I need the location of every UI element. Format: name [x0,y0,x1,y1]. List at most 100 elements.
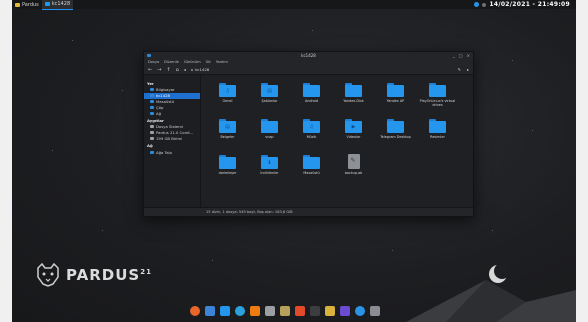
system-tray: 14/02/2021 - 21:49:09 [474,1,576,8]
menu-help[interactable]: Yardım [216,60,228,64]
sidebar-item[interactable]: Ağa Talo [144,149,200,155]
sidebar-item[interactable]: 199 GB Birimi [144,135,200,141]
sidebar-item-label: Dosya Sistemi [156,124,184,130]
window-title: kc1428 [301,53,316,58]
forward-icon[interactable]: → [157,67,161,73]
file-item[interactable]: Android [291,81,332,111]
file-item-label: Videolar [346,135,361,139]
sidebar-section-header: Aygıtlar [147,117,164,123]
sidebar-item-label: Bilgisayar [156,87,175,93]
taskbar-window-button[interactable]: kc1428 [41,0,74,10]
file-item-label: Belgeler [220,135,235,139]
file-item[interactable]: Yandex AP [375,81,416,111]
screen-icon[interactable] [370,306,380,316]
pardus-leopard-icon [37,262,59,287]
file-grid: ♫ Genel ▤ Şablonlar Android Yandex.Disk Yandex… [207,81,458,183]
home-icon[interactable]: ⌂ [176,67,179,73]
back-icon[interactable]: ← [148,67,152,73]
file-item[interactable]: PlayOnLinux's virtual drives [417,81,458,111]
menu-view[interactable]: Görünüm [184,60,201,64]
path-bar[interactable]: ⌂ kc1428 [191,67,209,72]
file-item[interactable]: ▤ Belgeler [207,117,248,147]
vlc-icon[interactable] [250,306,260,316]
file-item-label: darkeleşer [218,171,237,175]
menu-edit[interactable]: Düzenle [164,60,179,64]
folder-icon: ▶ [345,119,362,133]
up-icon[interactable]: ↑ [166,67,170,73]
file-item-label: Yandex AP [386,99,405,103]
computer-icon [150,88,154,92]
desktop: Pardus kc1428 14/02/2021 - 21:49:09 kc14… [12,0,576,322]
file-item[interactable]: Yandex.Disk [333,81,374,111]
clock[interactable]: 14/02/2021 - 21:49:09 [489,1,570,8]
terminal-icon[interactable] [310,306,320,316]
media-player-icon[interactable] [340,306,350,316]
folder-icon: ▤ [261,83,278,97]
folder-icon[interactable] [220,306,230,316]
file-item[interactable]: Resimler [417,117,458,147]
trash-icon [150,105,154,109]
pardus-menu-icon [15,2,20,7]
folder-icon [345,83,362,97]
volume-icon[interactable] [482,2,487,7]
file-item-label: İndirilenler [260,171,279,175]
file-item-label: Masaüstü [303,171,320,175]
folder-icon [303,83,320,97]
menu-file[interactable]: Dosya [148,60,159,64]
pardus-logo: PARDUS21 [34,262,152,288]
text-editor-icon[interactable] [325,306,335,316]
file-item-label: Resimler [430,135,445,139]
file-view: ♫ Genel ▤ Şablonlar Android Yandex.Disk Yandex… [201,75,473,207]
start-label: Pardus [22,1,39,8]
status-bar: 15 dizin, 1 dosya: 549 bayt, Boş alan: 1… [144,207,473,216]
path-right-icon[interactable]: ▸ [467,67,469,72]
folder-icon [429,83,446,97]
folder-icon [219,155,236,169]
file-item[interactable]: ♫ Genel [207,81,248,111]
telegram-icon[interactable] [235,306,245,316]
path-left-icon[interactable]: ◂ [184,67,186,72]
file-item[interactable]: ✎ backup.ab [333,153,374,183]
file-item-label: Yandex.Disk [343,99,364,103]
network-icon [150,150,154,154]
folder-icon [387,119,404,133]
photos-icon[interactable] [355,306,365,316]
window-titlebar[interactable]: kc1428 _ ▢ × [144,52,473,59]
settings-icon[interactable] [265,306,275,316]
software-center-icon[interactable] [295,306,305,316]
firefox-icon[interactable] [190,306,200,316]
sidebar-item-label: Çöp [156,104,164,110]
network-icon [150,111,154,115]
toolbar: ← → ↑ ⌂ ◂ ⌂ kc1428 ✎ ▸ [144,65,473,75]
home-folder-icon [150,94,154,98]
top-panel: Pardus kc1428 14/02/2021 - 21:49:09 [12,0,576,10]
sidebar-section-header: Yer [147,81,154,86]
path-label: kc1428 [195,67,210,72]
file-item-label: Müzik [306,135,317,139]
sidebar-item-label: kc1428 [156,93,170,99]
start-menu-button[interactable]: Pardus [12,0,42,9]
folder-icon [303,155,320,169]
drive-icon [150,136,154,140]
file-item[interactable]: Masaüstü [291,153,332,183]
edit-path-icon[interactable]: ✎ [458,67,461,72]
drive-icon [150,131,154,135]
network-icon[interactable] [474,2,480,7]
folder-icon [44,2,50,6]
files-icon[interactable] [205,306,215,316]
desktop-folder-icon [150,99,154,103]
file-item[interactable]: darkeleşer [207,153,248,183]
file-item-label: snap [265,135,274,139]
file-item[interactable]: snap [249,117,290,147]
file-item[interactable]: ▤ Şablonlar [249,81,290,111]
file-item[interactable]: ▶ Videolar [333,117,374,147]
gimp-icon[interactable] [280,306,290,316]
file-item-label: PlayOnLinux's virtual drives [419,99,456,107]
file-item[interactable]: ♫ Müzik [291,117,332,147]
file-item[interactable]: Telegram Desktop [375,117,416,147]
file-item[interactable]: ⬇ İndirilenler [249,153,290,183]
sidebar-section-header: Ağ [147,143,153,149]
folder-icon: ♫ [303,119,320,133]
sidebar-item[interactable]: Ağ [144,110,200,116]
menu-go[interactable]: Git [206,60,211,64]
